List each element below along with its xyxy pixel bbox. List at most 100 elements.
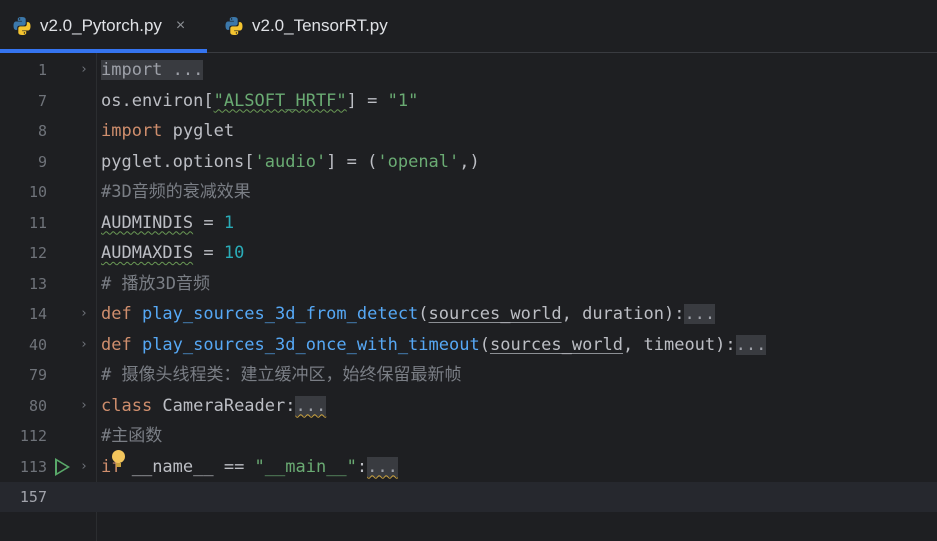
code-text: #主函数	[101, 421, 162, 451]
code-token: "ALSOFT_HRTF"	[213, 90, 347, 111]
line-number: 14	[28, 305, 47, 323]
code-text: import ...	[101, 55, 204, 85]
code-editor[interactable]: 1 › import ... 7 os.environ["ALSOFT_HRTF"] =…	[0, 53, 937, 541]
code-line[interactable]: 40 › def play_sources_3d_once_with_timeout…	[0, 330, 937, 360]
code-token: 1	[223, 212, 235, 233]
code-token: AUDMINDIS	[101, 212, 194, 233]
lightbulb-icon[interactable]	[112, 449, 125, 467]
line-number: 80	[28, 396, 47, 415]
code-text: os.environ["ALSOFT_HRTF"] = "1"	[101, 86, 418, 116]
code-line[interactable]: 80 › class CameraReader:...	[0, 391, 937, 421]
code-line[interactable]: 14 › def play_sources_3d_from_detect(sourc…	[0, 299, 937, 329]
code-token: ] = (	[326, 151, 378, 172]
tab-label: v2.0_Pytorch.py	[40, 16, 162, 35]
python-file-icon	[224, 16, 244, 36]
code-token: :	[356, 456, 368, 477]
tab-label: v2.0_TensorRT.py	[252, 16, 388, 35]
code-line[interactable]: 157	[0, 482, 937, 512]
code-token: =	[193, 212, 224, 233]
line-number: 157	[19, 488, 47, 506]
code-text: import pyglet	[101, 116, 234, 146]
code-line[interactable]: 8 import pyglet	[0, 116, 937, 146]
code-token[interactable]: import ...	[101, 60, 204, 80]
code-line[interactable]: 9 pyglet.options['audio'] = ('openal',)	[0, 147, 937, 177]
code-token: =	[193, 243, 224, 263]
code-text: if __name__ == "__main__":...	[101, 452, 398, 482]
line-number: 79	[28, 366, 47, 384]
fold-chevron-icon[interactable]: ›	[80, 452, 92, 482]
code-token: import	[101, 121, 173, 141]
code-line[interactable]: 1 › import ...	[0, 55, 937, 85]
code-token: 'audio'	[254, 151, 327, 172]
code-token: def	[101, 334, 142, 355]
code-token[interactable]: ...	[367, 456, 398, 477]
code-token: sources_world	[489, 334, 624, 355]
code-token: #3D音频的衰减效果	[101, 182, 251, 202]
code-text: pyglet.options['audio'] = ('openal',)	[101, 147, 480, 177]
line-number: 1	[37, 61, 47, 79]
line-number: 12	[28, 244, 47, 262]
line-number: 13	[28, 274, 47, 293]
code-line[interactable]: 113 › if __name__ == "__main__":...	[0, 449, 937, 482]
code-text: # 摄像头线程类：建立缓冲区，始终保留最新帧	[101, 360, 461, 390]
code-token: def	[101, 304, 142, 324]
code-token: os.environ[	[101, 90, 214, 111]
code-text: def play_sources_3d_once_with_timeout(so…	[101, 330, 767, 360]
code-token: (	[418, 304, 429, 324]
code-token: (	[479, 334, 490, 355]
code-text: AUDMAXDIS = 10	[101, 238, 244, 268]
code-token: AUDMAXDIS	[101, 243, 194, 263]
close-tab-icon[interactable]: ×	[176, 17, 185, 35]
code-token: 'openal'	[377, 151, 460, 172]
line-number: 112	[19, 427, 47, 445]
code-text: # 播放3D音频	[101, 269, 210, 299]
line-number: 8	[37, 122, 47, 140]
code-line[interactable]: 112 #主函数	[0, 421, 937, 451]
line-number: 9	[37, 152, 47, 171]
tab-v2-pytorch[interactable]: v2.0_Pytorch.py ×	[0, 0, 207, 53]
code-token: class	[101, 395, 163, 416]
code-token: # 摄像头线程类：建立缓冲区，始终保留最新帧	[101, 365, 462, 385]
fold-chevron-icon[interactable]: ›	[80, 55, 92, 85]
code-line[interactable]: 10 #3D音频的衰减效果	[0, 177, 937, 207]
code-line[interactable]: 13 # 播放3D音频	[0, 269, 937, 299]
line-number: 10	[28, 183, 47, 201]
code-token: sources_world	[428, 304, 562, 324]
code-token: ,)	[459, 151, 480, 172]
code-token: #主函数	[101, 426, 163, 446]
code-token: __name__ ==	[121, 456, 255, 477]
run-icon[interactable]	[55, 457, 70, 476]
code-line[interactable]: 12 AUDMAXDIS = 10	[0, 238, 937, 268]
line-number: 11	[28, 213, 47, 232]
fold-chevron-icon[interactable]: ›	[80, 299, 92, 329]
code-token: "__main__"	[254, 456, 357, 477]
code-token: pyglet.options[	[101, 151, 255, 172]
code-token: , timeout):	[623, 334, 736, 355]
code-token: # 播放3D音频	[101, 273, 210, 294]
code-token: pyglet	[172, 121, 235, 141]
code-token[interactable]: ...	[295, 395, 327, 416]
code-token: "1"	[387, 90, 419, 111]
code-text: #3D音频的衰减效果	[101, 177, 251, 207]
code-line[interactable]: 79 # 摄像头线程类：建立缓冲区，始终保留最新帧	[0, 360, 937, 390]
code-token: CameraReader:	[162, 395, 296, 416]
editor-tab-bar: v2.0_Pytorch.py × v2.0_TensorRT.py	[0, 0, 937, 53]
fold-chevron-icon[interactable]: ›	[80, 330, 92, 360]
code-token[interactable]: ...	[684, 304, 716, 324]
python-file-icon	[12, 16, 32, 36]
code-text: class CameraReader:...	[101, 391, 327, 421]
code-token: play_sources_3d_once_with_timeout	[141, 334, 480, 355]
code-text: AUDMINDIS = 1	[101, 208, 234, 238]
line-number: 7	[37, 91, 47, 110]
code-line[interactable]: 7 os.environ["ALSOFT_HRTF"] = "1"	[0, 86, 937, 116]
line-number: 113	[19, 457, 47, 476]
code-token: 10	[223, 243, 245, 263]
code-text: def play_sources_3d_from_detect(sources_…	[101, 299, 716, 329]
code-token[interactable]: ...	[735, 334, 767, 355]
tab-v2-tensorrt[interactable]: v2.0_TensorRT.py	[224, 0, 388, 52]
code-token: , duration):	[561, 304, 685, 324]
code-token: ] =	[346, 90, 388, 111]
fold-chevron-icon[interactable]: ›	[80, 391, 92, 421]
code-token: play_sources_3d_from_detect	[141, 304, 419, 324]
code-line[interactable]: 11 AUDMINDIS = 1	[0, 208, 937, 238]
